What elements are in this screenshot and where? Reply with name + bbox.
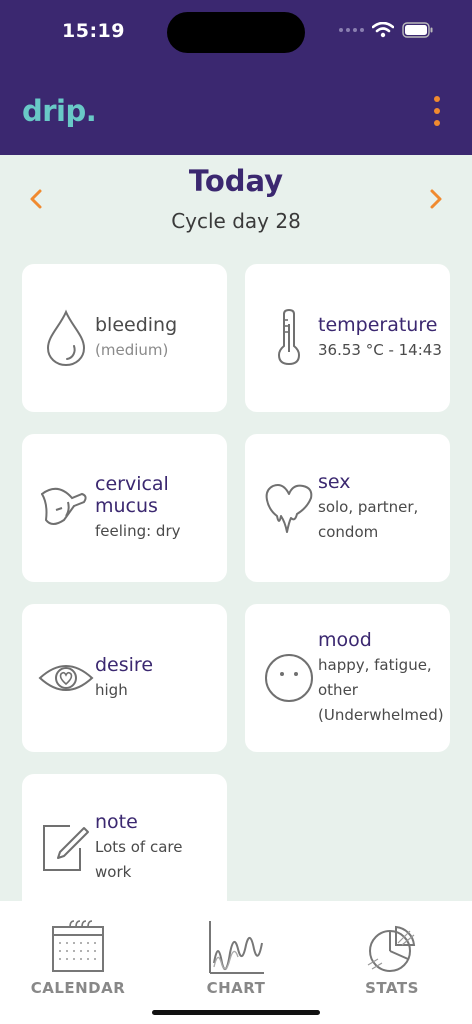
card-title: sex xyxy=(318,471,351,493)
melting-heart-icon xyxy=(259,434,319,582)
temperature-card[interactable]: temperature 36.53 °C - 14:43 xyxy=(245,264,450,412)
home-indicator xyxy=(152,1010,320,1015)
card-value: feeling: dry xyxy=(95,521,181,540)
card-title: cervical mucus xyxy=(95,472,169,517)
battery-icon xyxy=(402,22,433,38)
wifi-icon xyxy=(372,22,394,38)
status-icons xyxy=(339,22,434,38)
card-title: bleeding xyxy=(95,313,178,336)
thermometer-icon xyxy=(259,264,319,412)
card-title: note xyxy=(95,811,138,833)
mucus-icon xyxy=(36,434,96,582)
next-day-icon[interactable] xyxy=(426,186,446,212)
nav-chart[interactable]: CHART xyxy=(166,919,306,997)
chart-icon xyxy=(209,921,264,974)
pie-chart-icon xyxy=(367,925,416,972)
status-time: 15:19 xyxy=(62,20,125,42)
nav-calendar[interactable]: CALENDAR xyxy=(8,919,148,997)
eye-heart-icon xyxy=(36,604,96,752)
card-value: happy, fatigue, other (Underwhelmed) xyxy=(318,655,444,724)
card-value: 36.53 °C - 14:43 xyxy=(318,340,442,359)
sex-card[interactable]: sex solo, partner, condom xyxy=(245,434,450,582)
nav-label: STATS xyxy=(365,979,419,997)
mood-card[interactable]: mood happy, fatigue, other (Underwhelmed… xyxy=(245,604,450,752)
cycle-day: Cycle day 28 xyxy=(171,209,301,233)
card-value: Lots of care work xyxy=(95,838,183,881)
nav-label: CHART xyxy=(206,979,266,997)
dynamic-island xyxy=(167,12,305,53)
card-value: (medium) xyxy=(95,340,169,359)
desire-card[interactable]: desire high xyxy=(22,604,227,752)
drop-icon xyxy=(36,264,96,412)
page-title: Today xyxy=(188,164,284,198)
card-value: high xyxy=(95,680,128,699)
calendar-icon xyxy=(52,920,104,972)
nav-label: CALENDAR xyxy=(30,979,126,997)
card-title: temperature xyxy=(318,313,438,336)
bottom-navigation: CALENDAR CHART STATS xyxy=(0,901,472,1024)
card-title: desire xyxy=(95,653,154,676)
more-menu-icon[interactable] xyxy=(430,96,444,126)
pencil-note-icon xyxy=(36,774,96,922)
cervical-mucus-card[interactable]: cervical mucus feeling: dry xyxy=(22,434,227,582)
signal-icon xyxy=(339,28,364,32)
neutral-face-icon xyxy=(259,604,319,752)
bleeding-card[interactable]: bleeding (medium) xyxy=(22,264,227,412)
app-header: 15:19 drip. xyxy=(0,0,472,155)
app-logo: drip. xyxy=(22,94,97,128)
card-title: mood xyxy=(318,628,372,651)
nav-stats[interactable]: STATS xyxy=(322,919,462,997)
card-value: solo, partner, condom xyxy=(318,498,419,541)
